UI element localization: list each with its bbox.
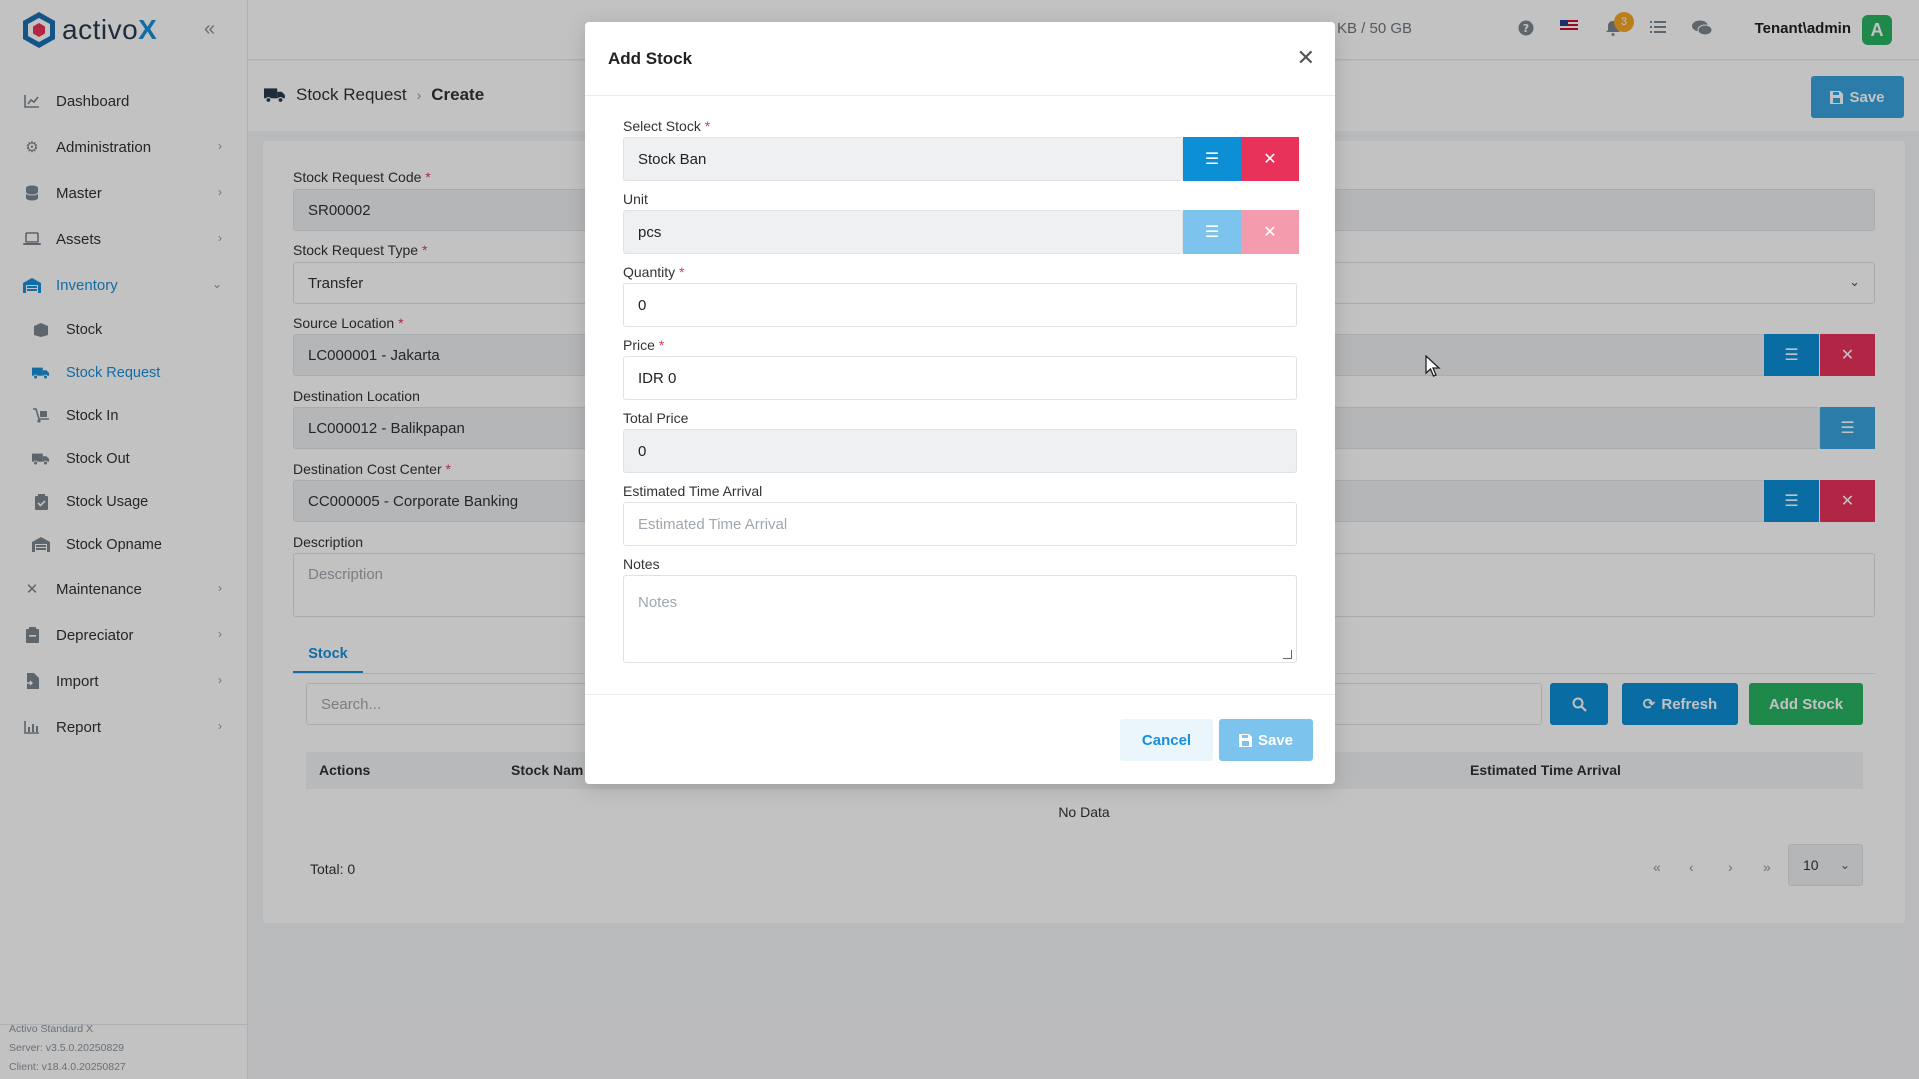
- cancel-button[interactable]: Cancel: [1120, 719, 1213, 761]
- modal-title: Add Stock: [608, 49, 693, 68]
- quantity-input[interactable]: 0: [623, 283, 1297, 327]
- unit-input[interactable]: pcs: [623, 210, 1183, 254]
- notes-textarea[interactable]: Notes: [623, 575, 1297, 663]
- add-stock-modal: Add Stock ✕ Select Stock * Stock Ban ☰ ✕…: [585, 22, 1335, 784]
- notes-placeholder: Notes: [638, 594, 678, 611]
- select-stock-lookup-button[interactable]: ☰: [1183, 137, 1241, 181]
- unit-clear-button: ✕: [1241, 210, 1299, 254]
- mouse-cursor-icon: [1425, 355, 1441, 377]
- total-price-label: Total Price: [623, 410, 689, 426]
- eta-input[interactable]: Estimated Time Arrival: [623, 502, 1297, 546]
- total-price-input: 0: [623, 429, 1297, 473]
- modal-save-label: Save: [1257, 731, 1294, 749]
- price-label: Price *: [623, 337, 665, 353]
- resize-handle-icon[interactable]: [1283, 650, 1292, 659]
- unit-label: Unit: [623, 191, 648, 207]
- modal-header-divider: [585, 95, 1335, 96]
- modal-save-button[interactable]: Save: [1219, 719, 1313, 761]
- quantity-label: Quantity *: [623, 264, 685, 280]
- select-stock-clear-button[interactable]: ✕: [1241, 137, 1299, 181]
- unit-lookup-button: ☰: [1183, 210, 1241, 254]
- floppy-icon: [1238, 733, 1252, 747]
- eta-label: Estimated Time Arrival: [623, 483, 763, 499]
- price-input[interactable]: IDR 0: [623, 356, 1297, 400]
- notes-label: Notes: [623, 556, 660, 572]
- select-stock-input[interactable]: Stock Ban: [623, 137, 1183, 181]
- close-icon[interactable]: ✕: [1297, 45, 1315, 71]
- select-stock-label: Select Stock *: [623, 118, 711, 134]
- modal-footer-divider: [585, 694, 1335, 695]
